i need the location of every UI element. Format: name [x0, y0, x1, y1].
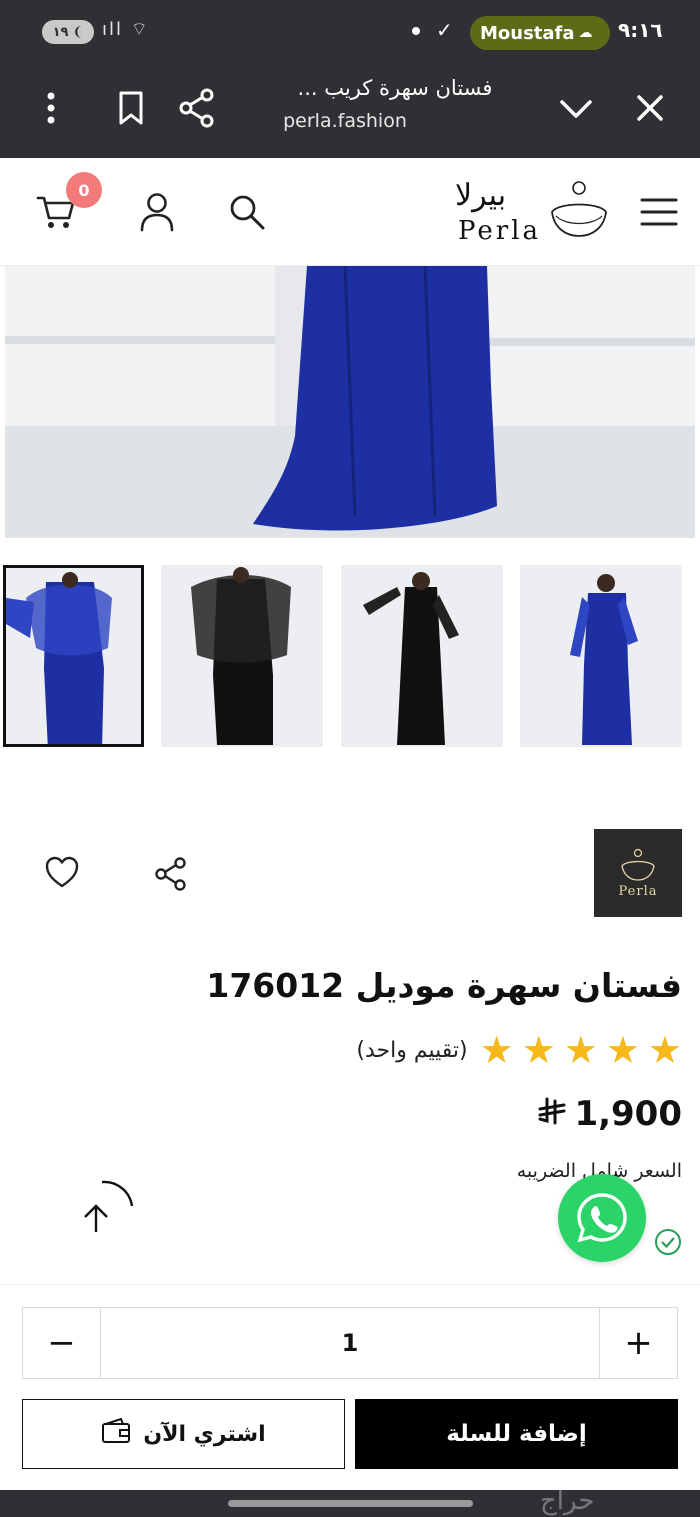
- bookmark-icon[interactable]: [112, 88, 150, 128]
- cloud-icon: ☁: [578, 25, 593, 41]
- quantity-stepper: − 1 +: [22, 1307, 678, 1379]
- clock: ٩:١٦: [618, 18, 663, 42]
- decrement-button[interactable]: −: [23, 1308, 101, 1378]
- star-icon: ★: [605, 1028, 640, 1072]
- logo-text-ar: بيرلا: [455, 178, 507, 213]
- wallet-icon: [101, 1417, 131, 1450]
- product-rating[interactable]: ★ ★ ★ ★ ★ (تقييم واحد): [356, 1030, 682, 1070]
- buy-now-button[interactable]: اشتري الآن: [22, 1399, 345, 1469]
- notification-dot-icon: [412, 27, 420, 35]
- whatsapp-button[interactable]: [558, 1174, 646, 1262]
- system-navigation-bar: [0, 1490, 700, 1517]
- more-options-icon[interactable]: [38, 88, 64, 128]
- check-circle-icon: [654, 1228, 682, 1260]
- add-to-cart-button[interactable]: إضافة للسلة: [355, 1399, 678, 1469]
- product-title: فستان سهرة موديل 176012: [206, 966, 682, 1005]
- rating-count: (تقييم واحد): [356, 1037, 468, 1063]
- account-icon[interactable]: [134, 188, 180, 236]
- home-gesture-handle[interactable]: [228, 1500, 473, 1507]
- close-icon[interactable]: [630, 88, 670, 128]
- battery-indicator: ١٩ ❨: [42, 20, 94, 44]
- signal-wifi-icon: ıll ⌔: [102, 19, 150, 40]
- thumbnail-2[interactable]: [161, 565, 323, 747]
- product-share-icon[interactable]: [154, 856, 188, 896]
- logo-text-en: Perla: [458, 216, 541, 246]
- page-title: فستان سهرة كريب ...: [297, 76, 493, 100]
- star-icon: ★: [479, 1028, 514, 1072]
- brand-name: Perla: [618, 883, 658, 899]
- thumbnail-3[interactable]: [341, 565, 503, 747]
- menu-icon[interactable]: [636, 192, 682, 232]
- heart-icon[interactable]: [44, 856, 80, 894]
- product-price: 1,900: [538, 1094, 682, 1134]
- chevron-down-icon[interactable]: [556, 92, 596, 126]
- purchase-bar: − 1 + اشتري الآن إضافة للسلة: [0, 1284, 700, 1490]
- notification-chip: Moustafa ☁: [470, 16, 610, 50]
- site-header: 0 بيرلا Perla: [0, 158, 700, 266]
- price-value: 1,900: [574, 1094, 682, 1134]
- whatsapp-icon: [577, 1193, 627, 1243]
- star-icon: ★: [647, 1028, 682, 1072]
- thumbnail-4[interactable]: [520, 565, 682, 747]
- brand-logo[interactable]: Perla: [594, 829, 682, 917]
- search-icon[interactable]: [224, 188, 270, 236]
- star-icon: ★: [563, 1028, 598, 1072]
- increment-button[interactable]: +: [599, 1308, 677, 1378]
- star-icon: ★: [521, 1028, 556, 1072]
- product-main-image[interactable]: [5, 266, 695, 538]
- watermark-logo: حراج: [540, 1486, 595, 1516]
- buy-now-label: اشتري الآن: [143, 1421, 266, 1447]
- quantity-value[interactable]: 1: [101, 1308, 599, 1378]
- pearl-shell-logo-icon[interactable]: [548, 180, 610, 246]
- status-bar: ١٩ ❨ ıll ⌔ ✓ Moustafa ☁ ٩:١٦: [0, 0, 700, 62]
- share-icon[interactable]: [176, 86, 218, 130]
- download-done-icon: ✓: [436, 18, 453, 42]
- battery-level: ١٩: [52, 24, 69, 40]
- charging-icon: ❨: [72, 24, 84, 40]
- page-url[interactable]: perla.fashion: [245, 110, 445, 132]
- riyal-currency-icon: [538, 1097, 566, 1132]
- cart-count-badge: 0: [66, 172, 102, 208]
- thumbnail-strip: [0, 565, 700, 747]
- browser-toolbar: فستان سهرة كريب ... perla.fashion: [0, 62, 700, 158]
- carrier-name: Moustafa: [480, 22, 575, 44]
- scroll-to-top-button[interactable]: [72, 1176, 136, 1244]
- thumbnail-1[interactable]: [3, 565, 144, 747]
